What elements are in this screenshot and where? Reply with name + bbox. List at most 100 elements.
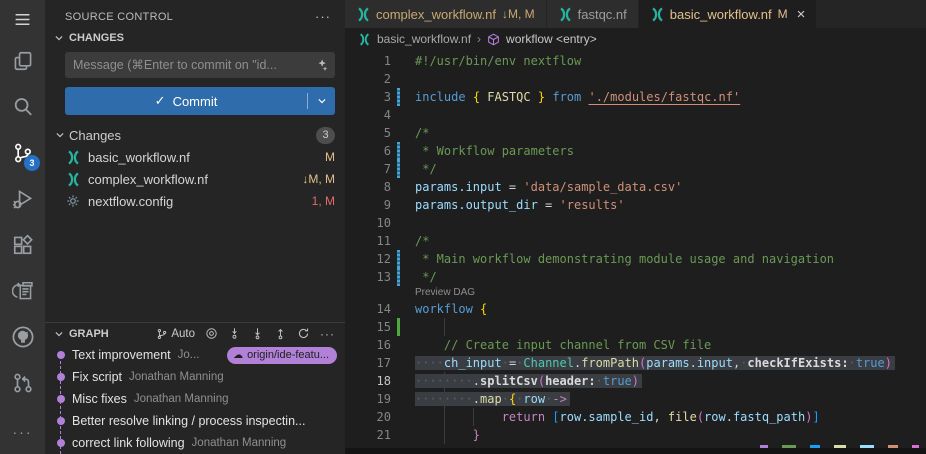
git-pull-icon[interactable] [251,327,264,340]
tab-title: complex_workflow.nf [376,7,496,22]
chevron-down-icon[interactable] [54,33,64,43]
line-number: 12 [345,250,391,268]
line-number: 16 [345,336,391,354]
code-line-18[interactable]: 18········.splitCsv(header:·true) [345,372,926,390]
commit-row[interactable]: correct link followingJonathan Manning [45,432,345,454]
selection-highlight: ····ch_input·=·Channel.fromPath(params.i… [415,356,895,370]
branch-ref-badge[interactable]: ☁ origin/ide-featu... [227,347,337,364]
code-token: ) [632,374,639,388]
code-token: Channel [523,356,574,370]
commit-row[interactable]: Misc fixesJonathan Manning [45,388,345,410]
source-control-icon[interactable]: 3 [0,130,45,176]
tab-bar: complex_workflow.nf↓M, Mfastqc.nfbasic_w… [345,0,926,28]
breadcrumb-separator: › [477,32,481,46]
code-token: 'data/sample_data.csv' [523,180,682,194]
commit-row[interactable]: Better resolve linking / process inspect… [45,410,345,432]
target-icon[interactable] [205,327,218,340]
code-token: params.input [415,180,502,194]
graph-auto-toggle[interactable]: Auto [156,328,195,340]
commit-message-input[interactable] [65,52,335,78]
close-icon[interactable]: × [797,7,806,22]
explorer-icon[interactable] [0,38,45,84]
gutter-modified-mark [397,250,400,268]
gutter-modified-mark [397,142,400,160]
file-row-basic_workflow.nf[interactable]: basic_workflow.nfM [45,146,345,168]
commit-row[interactable]: Text improvementJo...☁origin/ide-featu..… [45,344,345,366]
activity-more-icon[interactable]: ··· [0,406,45,452]
code-token: true [856,356,885,370]
code-line-1[interactable]: 1#!/usr/bin/env nextflow [345,52,926,70]
code-line-21[interactable]: 21 } [345,426,926,444]
breadcrumb-symbol[interactable]: workflow <entry> [506,32,597,46]
graph-more-icon[interactable]: ··· [320,327,335,341]
code-line-12[interactable]: 12 * Main workflow demonstrating module … [345,250,926,268]
code-line-7[interactable]: 7 */ [345,160,926,178]
commit-graph-list: Text improvementJo...☁origin/ide-featu..… [45,344,345,454]
code-token: row.fastq_path [704,410,805,424]
code-line-19[interactable]: 19········.map·{·row·-> [345,390,926,408]
git-push-icon[interactable] [274,327,287,340]
hamburger-icon[interactable] [0,0,45,38]
line-number: 3 [345,88,391,106]
check-icon: ✓ [155,93,166,109]
codelens-preview-dag[interactable]: Preview DAG [345,286,926,300]
code-line-14[interactable]: 14workflow { [345,300,926,318]
code-line-5[interactable]: 5/* [345,124,926,142]
git-fetch-icon[interactable] [228,327,241,340]
cloud-icon: ☁ [233,350,243,361]
commit-row[interactable]: Fix scriptJonathan Manning [45,366,345,388]
graph-section-header[interactable]: GRAPH Auto ··· [45,322,345,344]
github-icon[interactable] [0,314,45,360]
chevron-down-icon [55,130,65,140]
sparkle-icon[interactable] [314,58,328,72]
branch-ref-label: origin/ide-featu... [247,349,329,361]
code-line-13[interactable]: 13 */ [345,268,926,286]
sidebar-spacer [45,212,345,322]
file-row-nextflow.config[interactable]: nextflow.config1, M [45,190,345,212]
code-token: './modules/fastqc.nf' [588,90,740,104]
line-content [415,106,926,124]
code-line-17[interactable]: 17 ····ch_input·=·Channel.fromPath(params… [345,354,926,372]
code-line-11[interactable]: 11/* [345,232,926,250]
search-icon[interactable] [0,84,45,130]
commit-dropdown-button[interactable] [308,96,335,106]
commit-dot-icon [57,395,65,403]
line-number: 14 [345,300,391,318]
sidebar-more-icon[interactable]: ··· [315,9,331,24]
code-line-16[interactable]: 16 // Create input channel from CSV file [345,336,926,354]
commit-button-label: Commit [173,94,218,109]
code-line-20[interactable]: 20 return [row.sample_id, file(row.fastq… [345,408,926,426]
code-token: } [473,428,480,442]
tab-basic_workflow.nf[interactable]: basic_workflow.nfM× [639,0,817,28]
debug-icon[interactable] [0,176,45,222]
document-sync-icon[interactable] [0,268,45,314]
code-line-4[interactable]: 4 [345,106,926,124]
code-area[interactable]: 1#!/usr/bin/env nextflow23include { FAST… [345,50,926,454]
tab-complex_workflow.nf[interactable]: complex_workflow.nf↓M, M [345,0,546,28]
breadcrumb-file[interactable]: basic_workflow.nf [377,32,471,46]
refresh-icon[interactable] [297,327,310,340]
line-number: 17 [345,354,391,372]
commit-author: Jo... [178,349,200,361]
line-content: */ [415,268,926,286]
code-line-3[interactable]: 3include { FASTQC } from './modules/fast… [345,88,926,106]
tab-fastqc.nf[interactable]: fastqc.nf [547,0,638,28]
changes-tree-node[interactable]: Changes 3 [45,124,345,146]
code-line-2[interactable]: 2 [345,70,926,88]
code-line-15[interactable]: 15 [345,318,926,336]
activity-bar: 3 ··· [0,0,45,454]
code-line-10[interactable]: 10 [345,214,926,232]
commit-button[interactable]: ✓ Commit [65,87,335,115]
commit-author: Jonathan Manning [192,437,287,449]
code-line-8[interactable]: 8params.input = 'data/sample_data.csv' [345,178,926,196]
file-name: nextflow.config [88,194,173,209]
extensions-icon[interactable] [0,222,45,268]
code-line-9[interactable]: 9params.output_dir = 'results' [345,196,926,214]
code-token: row.sample_id [560,410,654,424]
file-row-complex_workflow.nf[interactable]: complex_workflow.nf↓M, M [45,168,345,190]
pull-request-icon[interactable] [0,360,45,406]
line-content: * Main workflow demonstrating module usa… [415,250,926,268]
code-line-6[interactable]: 6 * Workflow parameters [345,142,926,160]
code-token: ········ [415,374,473,388]
code-token: ( [538,374,545,388]
